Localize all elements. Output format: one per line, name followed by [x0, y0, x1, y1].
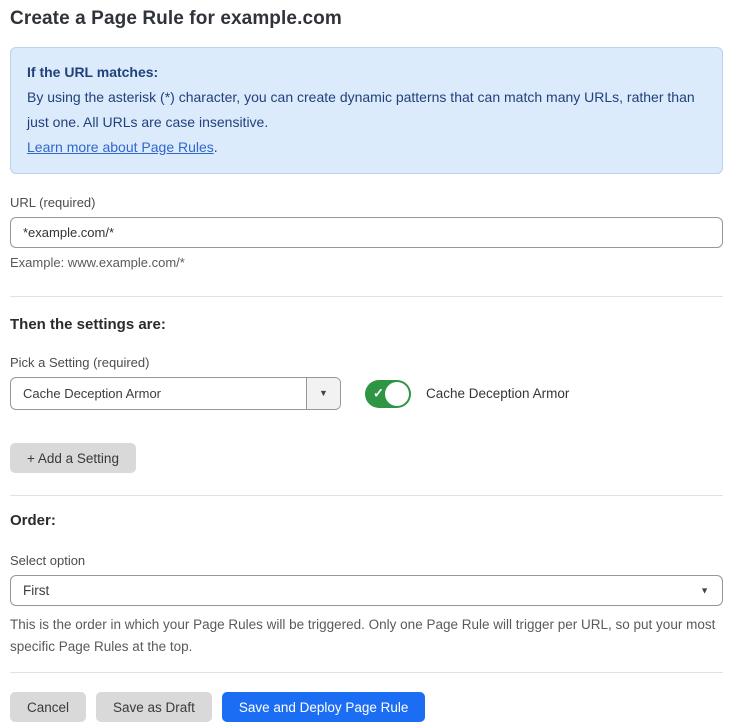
cancel-button[interactable]: Cancel [10, 692, 86, 722]
setting-select[interactable]: Cache Deception Armor ▼ [10, 377, 341, 410]
setting-picker-label: Pick a Setting (required) [10, 355, 723, 370]
actions-row: Cancel Save as Draft Save and Deploy Pag… [10, 692, 723, 722]
page-title: Create a Page Rule for example.com [10, 8, 723, 30]
url-label: URL (required) [10, 195, 723, 210]
check-icon: ✓ [373, 385, 384, 401]
create-page-rule-form: Create a Page Rule for example.com If th… [0, 0, 750, 722]
save-deploy-button[interactable]: Save and Deploy Page Rule [222, 692, 426, 722]
order-select[interactable]: First ▼ [10, 575, 723, 606]
divider [10, 296, 723, 297]
settings-heading: Then the settings are: [10, 316, 723, 333]
setting-select-value: Cache Deception Armor [11, 378, 306, 409]
info-box-heading: If the URL matches: [27, 60, 706, 85]
add-setting-button[interactable]: + Add a Setting [10, 443, 136, 473]
link-suffix: . [214, 139, 218, 155]
toggle-knob [385, 382, 409, 406]
divider [10, 672, 723, 673]
order-heading: Order: [10, 512, 723, 529]
url-example-text: Example: www.example.com/* [10, 255, 723, 270]
info-box-link-line: Learn more about Page Rules. [27, 135, 706, 160]
save-draft-button[interactable]: Save as Draft [96, 692, 212, 722]
url-input[interactable] [10, 217, 723, 248]
url-match-info-box: If the URL matches: By using the asteris… [10, 47, 723, 174]
order-select-label: Select option [10, 553, 723, 568]
setting-select-arrow-button[interactable]: ▼ [306, 378, 340, 409]
learn-more-link[interactable]: Learn more about Page Rules [27, 139, 214, 155]
setting-row: Cache Deception Armor ▼ ✓ Cache Deceptio… [10, 377, 723, 410]
chevron-down-icon: ▼ [319, 389, 328, 398]
order-select-value: First [23, 583, 49, 598]
info-box-body: By using the asterisk (*) character, you… [27, 85, 706, 135]
order-description: This is the order in which your Page Rul… [10, 614, 723, 658]
divider [10, 495, 723, 496]
chevron-down-icon: ▼ [700, 586, 709, 595]
setting-toggle[interactable]: ✓ [365, 380, 411, 408]
setting-toggle-label: Cache Deception Armor [426, 386, 569, 401]
